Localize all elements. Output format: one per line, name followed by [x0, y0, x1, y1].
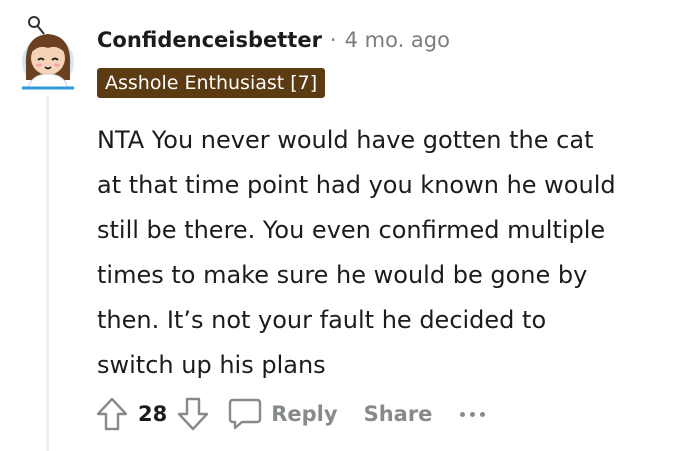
reply-button[interactable]: Reply — [227, 397, 338, 431]
more-options-button[interactable] — [460, 411, 486, 417]
share-label: Share — [363, 402, 433, 426]
comment-timestamp[interactable]: 4 mo. ago — [345, 28, 450, 52]
comment-body-line: switch up his plans — [97, 351, 326, 379]
thread-line[interactable] — [46, 96, 49, 451]
comment-body: NTA You never would have gotten the cat … — [97, 118, 687, 388]
downvote-arrow-icon — [178, 397, 209, 431]
user-flair: Asshole Enthusiast [7] — [97, 68, 326, 98]
comment-body-line: NTA You never would have gotten the cat — [97, 126, 594, 154]
comment-body-line: still be there. You even confirmed multi… — [97, 216, 606, 244]
comment-body-line: times to make sure he would be gone by — [97, 261, 588, 289]
speech-bubble-icon — [229, 398, 262, 430]
comment-actions: 28 Reply Share — [92, 392, 486, 436]
comment-body-line: at that time point had you known he woul… — [97, 171, 616, 199]
vote-score: 28 — [138, 402, 168, 426]
downvote-button[interactable] — [173, 394, 213, 434]
upvote-arrow-icon — [96, 397, 128, 431]
avatar-image — [22, 16, 74, 90]
avatar[interactable] — [14, 14, 82, 90]
ellipsis-icon — [460, 411, 466, 417]
upvote-button[interactable] — [92, 394, 132, 434]
comment: Confidenceisbetter · 4 mo. ago Asshole E… — [0, 0, 700, 451]
comment-meta: Confidenceisbetter · 4 mo. ago — [97, 28, 450, 52]
reply-label: Reply — [271, 402, 338, 426]
meta-separator: · — [329, 28, 337, 52]
author-username[interactable]: Confidenceisbetter — [97, 28, 322, 52]
ellipsis-icon — [470, 411, 476, 417]
comment-body-line: then. It’s not your fault he decided to — [97, 306, 547, 334]
share-button[interactable]: Share — [364, 402, 433, 426]
ellipsis-icon — [480, 411, 486, 417]
